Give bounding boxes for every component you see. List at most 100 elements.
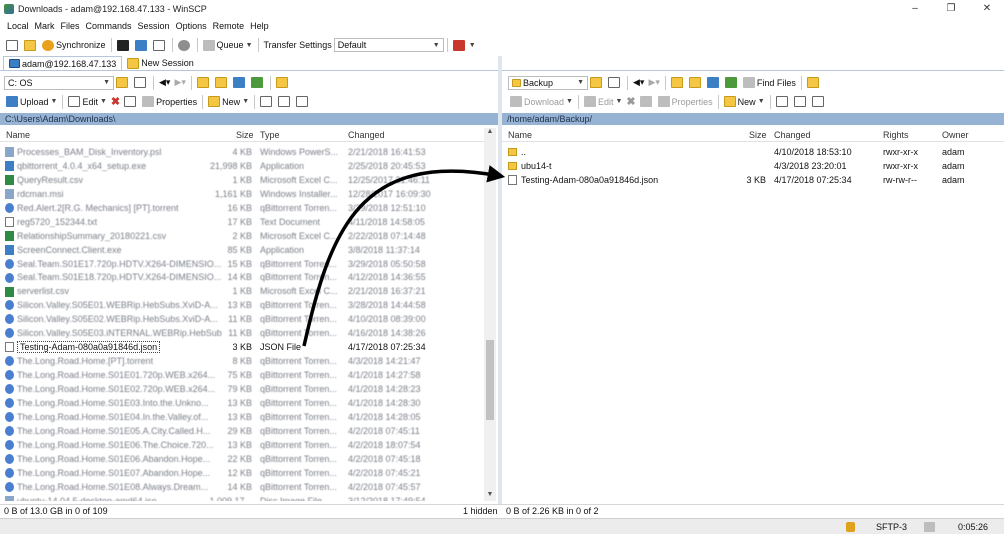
table-row[interactable]: Red.Alert.2[R.G. Mechanics] [PT].torrent… (0, 201, 484, 215)
menu-options[interactable]: Options (173, 21, 210, 31)
local-drive-select[interactable]: C: OS ▼ (4, 75, 114, 90)
table-row[interactable]: RelationshipSummary_20180221.csv 2 KB Micr… (0, 229, 484, 243)
column-changed[interactable]: Changed (774, 130, 811, 140)
local-scrollbar[interactable]: ▲ ▼ (484, 128, 496, 501)
column-size[interactable]: Size (236, 130, 254, 140)
find-files-button[interactable]: Find Files (741, 75, 798, 91)
home-directory-button[interactable] (705, 75, 723, 91)
table-row[interactable]: reg5720_152344.txt 17 KB Text Document 4/11… (0, 215, 484, 229)
table-row[interactable]: The.Long.Road.Home.S01E04.In.the.Valley.… (0, 410, 484, 424)
table-row[interactable]: The.Long.Road.Home.S01E06.The.Choice.720… (0, 438, 484, 452)
table-row[interactable]: QueryResult.csv 1 KB Microsoft Excel C... 1… (0, 173, 484, 187)
column-name[interactable]: Name (6, 130, 30, 140)
table-row[interactable]: Seal.Team.S01E17.720p.HDTV.X264-DIMENSIO… (0, 257, 484, 271)
scroll-thumb[interactable] (486, 340, 494, 420)
refresh-button[interactable] (249, 75, 267, 91)
table-row[interactable]: The.Long.Road.Home.S01E03.Into.the.Unkno… (0, 396, 484, 410)
table-row[interactable]: qbittorrent_4.0.4_x64_setup.exe 21,998 KB… (0, 159, 484, 173)
table-row[interactable]: The.Long.Road.Home.S01E08.Always.Dream..… (0, 480, 484, 494)
scroll-up-icon[interactable]: ▲ (484, 128, 496, 138)
open-directory-button[interactable] (114, 75, 132, 91)
menu-local[interactable]: Local (0, 21, 32, 31)
sync-browse-button[interactable] (22, 37, 40, 53)
table-row[interactable]: Testing-Adam-080a0a91846d.json 3 KB JSON F… (0, 340, 484, 354)
select-all-button[interactable] (774, 94, 792, 110)
table-row[interactable]: The.Long.Road.Home.S01E07.Abandon.Hope..… (0, 466, 484, 480)
filter-select-button[interactable] (810, 94, 828, 110)
delete-button[interactable]: ✖ (624, 94, 637, 110)
local-path[interactable]: C:\Users\Adam\Downloads\ (0, 113, 498, 125)
menu-session[interactable]: Session (135, 21, 173, 31)
root-directory-button[interactable] (687, 75, 705, 91)
maximize-button[interactable]: ❐ (934, 0, 968, 17)
column-size[interactable]: Size (749, 130, 767, 140)
open-directory-button[interactable] (588, 75, 606, 91)
tree-toggle-button[interactable] (805, 75, 823, 91)
edit-button[interactable]: Edit ▼ (582, 94, 624, 110)
unselect-button[interactable] (792, 94, 810, 110)
column-rights[interactable]: Rights (883, 130, 909, 140)
open-terminal-button[interactable] (115, 37, 133, 53)
table-row[interactable]: ubu14-t 4/3/2018 23:20:01 rwxr-xr-x adam (502, 159, 1004, 173)
menu-mark[interactable]: Mark (32, 21, 58, 31)
table-row[interactable]: Silicon.Valley.S05E02.WEBRip.HebSubs.Xvi… (0, 312, 484, 326)
unselect-button[interactable] (276, 94, 294, 110)
menu-remote[interactable]: Remote (210, 21, 248, 31)
table-row[interactable]: rdcman.msi 1,161 KB Windows Installer... 12… (0, 187, 484, 201)
filter-button[interactable] (606, 75, 624, 91)
table-row[interactable]: Silicon.Valley.S05E03.iNTERNAL.WEBRip.He… (0, 326, 484, 340)
menu-help[interactable]: Help (247, 21, 272, 31)
column-type[interactable]: Type (260, 130, 280, 140)
menu-commands[interactable]: Commands (83, 21, 135, 31)
select-all-button[interactable] (258, 94, 276, 110)
rename-button[interactable] (638, 94, 656, 110)
properties-button[interactable]: Properties (140, 94, 199, 110)
column-owner[interactable]: Owner (942, 130, 969, 140)
parent-directory-button[interactable] (669, 75, 687, 91)
table-row[interactable]: .. 4/10/2018 18:53:10 rwxr-xr-x adam (502, 145, 1004, 159)
tree-toggle-button[interactable] (274, 75, 292, 91)
new-button[interactable]: New ▼ (722, 94, 767, 110)
table-row[interactable]: The.Long.Road.Home.S01E01.720p.WEB.x264.… (0, 368, 484, 382)
new-button[interactable]: New ▼ (206, 94, 251, 110)
putty-button[interactable] (133, 37, 151, 53)
table-row[interactable]: The.Long.Road.Home.S01E05.A.City.Called.… (0, 424, 484, 438)
delete-button[interactable]: ✖ (109, 94, 122, 110)
table-row[interactable]: ScreenConnect.Client.exe 85 KB Application… (0, 243, 484, 257)
upload-button[interactable]: Upload ▼ (4, 94, 59, 110)
minimize-button[interactable]: – (898, 0, 932, 17)
transfer-settings-select[interactable]: Default ▼ (333, 38, 444, 52)
back-button[interactable]: ◀▾ (631, 75, 646, 91)
edit-button[interactable]: Edit ▼ (66, 94, 108, 110)
menu-files[interactable]: Files (58, 21, 83, 31)
scroll-down-icon[interactable]: ▼ (484, 491, 496, 501)
compare-directories-button[interactable] (4, 37, 22, 53)
column-name[interactable]: Name (508, 130, 532, 140)
filter-button[interactable] (132, 75, 150, 91)
table-row[interactable]: The.Long.Road.Home.S01E06.Abandon.Hope..… (0, 452, 484, 466)
table-row[interactable]: ubuntu-14.04.5-desktop-amd64.iso 1,009,17… (0, 494, 484, 501)
table-row[interactable]: The.Long.Road.Home.S01E02.720p.WEB.x264.… (0, 382, 484, 396)
properties-button[interactable]: Properties (656, 94, 715, 110)
forward-button[interactable]: ▶▾ (646, 75, 661, 91)
column-changed[interactable]: Changed (348, 130, 385, 140)
rename-button[interactable] (122, 94, 140, 110)
table-row[interactable]: serverlist.csv 1 KB Microsoft Excel C... 2/… (0, 285, 484, 299)
remote-path[interactable]: /home/adam/Backup/ (502, 113, 1004, 125)
download-button[interactable]: Download ▼ (508, 94, 575, 110)
parent-directory-button[interactable] (195, 75, 213, 91)
refresh-button[interactable] (723, 75, 741, 91)
root-directory-button[interactable] (213, 75, 231, 91)
table-row[interactable]: Silicon.Valley.S05E01.WEBRip.HebSubs.Xvi… (0, 298, 484, 312)
filter-select-button[interactable] (294, 94, 312, 110)
pane-splitter[interactable] (498, 56, 502, 504)
table-row[interactable]: The.Long.Road.Home.[PT].torrent 8 KB qBitt… (0, 354, 484, 368)
console-button[interactable] (151, 37, 169, 53)
back-button[interactable]: ◀▾ (157, 75, 172, 91)
queue-button[interactable]: Queue ▼ (201, 37, 255, 53)
forward-button[interactable]: ▶▾ (172, 75, 187, 91)
home-directory-button[interactable] (231, 75, 249, 91)
tab-new-session[interactable]: New Session (122, 56, 199, 70)
transfer-options-button[interactable]: ▼ (451, 37, 478, 53)
table-row[interactable]: Seal.Team.S01E18.720p.HDTV.X264-DIMENSIO… (0, 271, 484, 285)
